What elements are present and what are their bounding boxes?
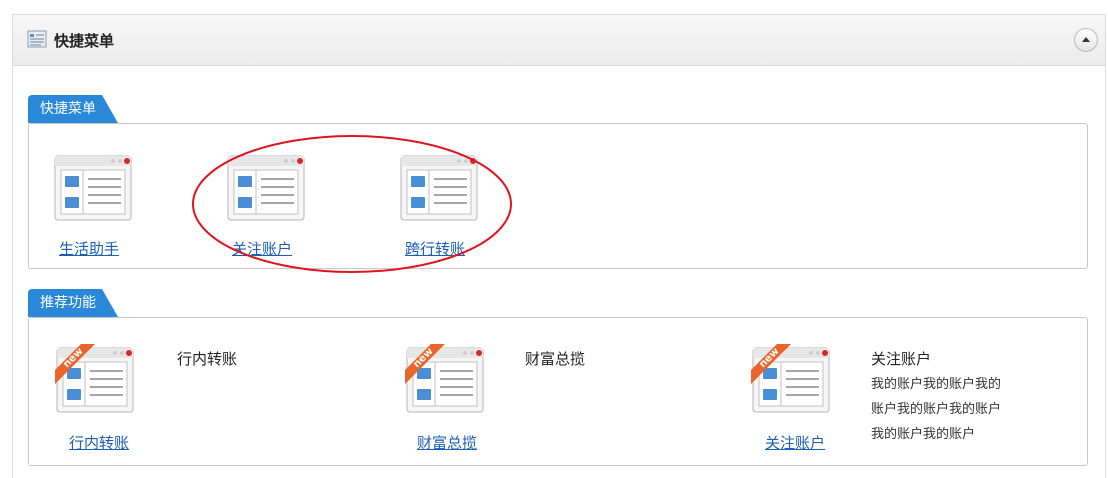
recommended-item-title: 行内转账 [177,350,238,368]
description-line: 我的账户我的账户 [871,427,976,442]
recommended-item-label[interactable]: 行内转账 [69,432,129,453]
list-doc-icon [27,30,47,48]
new-badge-icon: new [751,344,791,384]
quick-menu-box: 生活助手 关注账户 跨行转账 [28,123,1088,269]
description-line: 账户我的账户我的账户 [871,402,1002,417]
quick-item-label[interactable]: 生活助手 [59,238,119,259]
panel-title: 快捷菜单 [54,32,115,50]
panel-header: 快捷菜单 [13,15,1105,66]
new-badge-icon: new [55,344,95,384]
quick-item-label[interactable]: 跨行转账 [405,238,465,259]
recommended-item-title: 财富总揽 [525,350,586,368]
recommended-item-label[interactable]: 关注账户 [765,432,825,453]
app-window-icon[interactable] [51,152,135,224]
quick-item-label[interactable]: 关注账户 [232,238,292,259]
recommended-item-title: 关注账户 [871,350,932,368]
recommended-item-description: 我的账户我的账户我的 账户我的账户我的账户 我的账户我的账户 [871,372,1001,447]
app-window-icon[interactable] [224,152,308,224]
collapse-chevron-up-icon[interactable] [1074,28,1098,52]
new-badge-icon: new [405,344,445,384]
description-line: 我的账户我的账户我的 [871,377,1002,392]
recommended-item-label[interactable]: 财富总揽 [417,432,477,453]
recommended-box: new 行内转账 行内转账 new 财富总揽 财富总揽 new 关注账户 关注账… [28,317,1088,466]
app-window-icon[interactable] [397,152,481,224]
